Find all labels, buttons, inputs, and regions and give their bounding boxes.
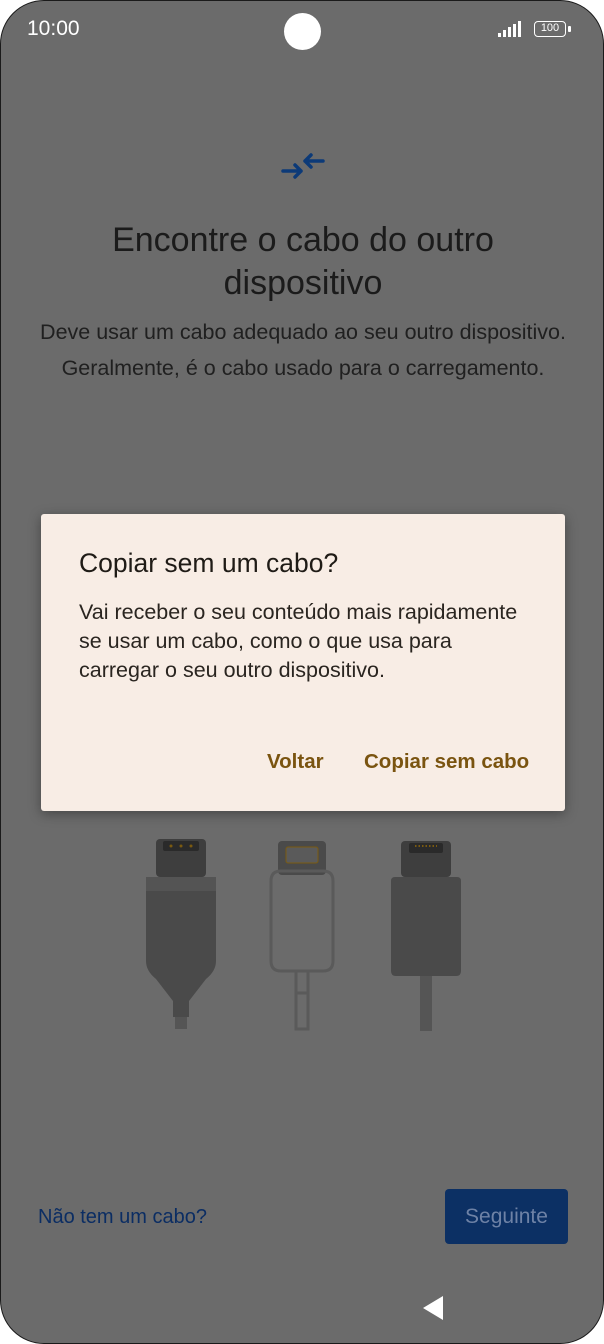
back-triangle-icon[interactable] xyxy=(421,1294,445,1322)
battery-icon: 100 xyxy=(534,21,566,37)
status-time: 10:00 xyxy=(27,17,80,40)
cables-illustration xyxy=(146,801,461,1031)
camera-cutout xyxy=(284,13,321,50)
status-bar: 10:00 100 xyxy=(1,1,603,59)
page-title: Encontre o cabo do outro dispositivo xyxy=(41,219,565,305)
battery-tip xyxy=(568,26,571,32)
page-subtitle: Deve usar um cabo adequado ao seu outro … xyxy=(40,320,566,380)
copy-without-cable-dialog: Copiar sem um cabo? Vai receber o seu co… xyxy=(41,514,565,811)
dialog-title: Copiar sem um cabo? xyxy=(79,548,339,578)
page-title-line1: Encontre o cabo do outro xyxy=(112,221,494,259)
phone-screen: 10:00 100 Encontre o cabo do outro dispo… xyxy=(0,0,604,1344)
next-button[interactable]: Seguinte xyxy=(445,1189,568,1244)
dialog-body: Vai receber o seu conteúdo mais rapidame… xyxy=(79,600,518,682)
battery-level: 100 xyxy=(540,22,560,34)
transfer-arrows-icon xyxy=(281,153,325,179)
no-cable-link[interactable]: Não tem um cabo? xyxy=(38,1206,207,1229)
signal-icon xyxy=(498,21,521,37)
dialog-back-button[interactable]: Voltar xyxy=(267,750,324,774)
page-title-line2: dispositivo xyxy=(223,264,383,302)
copy-without-cable-button[interactable]: Copiar sem cabo xyxy=(364,750,529,774)
